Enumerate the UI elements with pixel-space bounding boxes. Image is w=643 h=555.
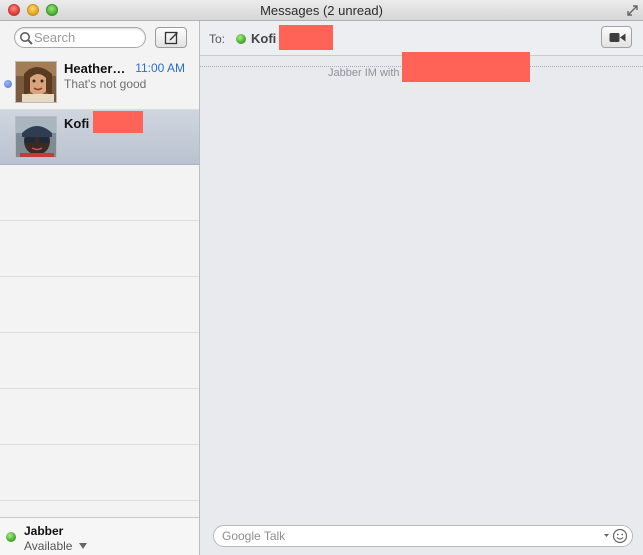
search-input[interactable]: [34, 29, 142, 46]
contact-name: Kofi: [64, 116, 90, 131]
sidebar: Heather… 11:00 AM That's not good Kofi: [0, 21, 200, 555]
unread-indicator: [4, 80, 12, 88]
avatar: [15, 61, 57, 103]
message-preview: That's not good: [64, 77, 147, 91]
video-camera-icon: [609, 33, 626, 42]
contact-name: Heather…: [64, 61, 126, 76]
recipient-token[interactable]: Kofi: [251, 31, 276, 46]
conversation-list: Heather… 11:00 AM That's not good Kofi: [0, 55, 199, 501]
redacted-surname: [279, 25, 333, 50]
message-compose-field[interactable]: [213, 525, 633, 547]
empty-row: [0, 333, 199, 389]
fullscreen-icon[interactable]: [626, 4, 639, 17]
window-title: Messages (2 unread): [260, 3, 383, 18]
account-status-bar: Jabber Available: [0, 517, 199, 555]
video-call-button[interactable]: [601, 26, 632, 48]
available-status-icon: [6, 532, 16, 542]
transcript-header: Jabber IM with: [200, 52, 643, 86]
message-time: 11:00 AM: [135, 61, 185, 75]
chevron-down-icon[interactable]: [79, 543, 87, 549]
empty-row: [0, 165, 199, 221]
avatar: [15, 116, 57, 158]
conversation-row-kofi[interactable]: Kofi: [0, 110, 199, 165]
new-message-button[interactable]: [155, 27, 187, 48]
compose-icon: [164, 31, 178, 45]
recipient-bar: To: Kofi: [200, 21, 643, 56]
empty-row: [0, 221, 199, 277]
search-icon: [20, 32, 33, 45]
conversation-row-heather[interactable]: Heather… 11:00 AM That's not good: [0, 55, 199, 110]
empty-row: [0, 389, 199, 445]
message-input[interactable]: [222, 528, 592, 544]
empty-row: [0, 445, 199, 501]
search-field[interactable]: [14, 27, 146, 48]
availability-menu[interactable]: Available: [24, 539, 72, 553]
to-label: To:: [209, 32, 226, 46]
redacted-contact-id: [402, 52, 530, 82]
recipient-status-icon: [236, 34, 246, 44]
redacted-surname: [93, 111, 143, 133]
title-bar: Messages (2 unread): [0, 0, 643, 21]
empty-row: [0, 277, 199, 333]
transcript-label: Jabber IM with: [328, 67, 400, 79]
conversation-pane: To: Kofi Jabber IM with: [200, 21, 643, 555]
emoji-icon[interactable]: [604, 528, 628, 544]
account-name: Jabber: [24, 524, 64, 538]
